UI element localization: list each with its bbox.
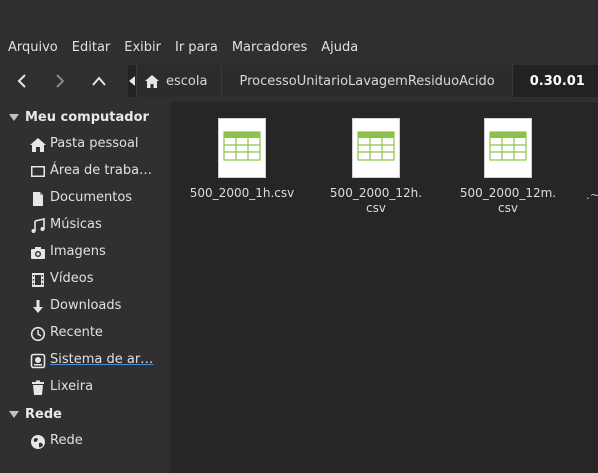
menu-arquivo[interactable]: Arquivo [8,40,58,55]
sidebar-item-lixeira[interactable]: Lixeira [0,374,171,401]
spreadsheet-icon [352,118,400,178]
harddisk-icon [30,353,46,369]
sidebar-item-label: Vídeos [50,271,94,286]
sidebar-item-sistema-de-arquivos[interactable]: Sistema de ar… [0,347,171,374]
trash-icon [32,380,44,395]
expander-down-icon [9,113,19,121]
breadcrumb-label: ProcessoUnitarioLavagemResiduoAcido [239,73,495,89]
sidebar-item-label: Sistema de ar… [50,352,154,367]
spreadsheet-icon [484,118,532,178]
sidebar-item-label: Músicas [50,217,102,232]
chevron-up-icon [92,76,106,86]
sidebar-item-label: Rede [50,433,83,448]
sidebar-item-label: Documentos [50,190,133,205]
breadcrumb-processo[interactable]: ProcessoUnitarioLavagemResiduoAcido [222,65,513,97]
home-icon [145,74,159,88]
network-icon [31,435,45,449]
sidebar-section-rede[interactable]: Rede [0,401,171,428]
music-icon [31,218,45,233]
file-item[interactable]: 500_2000_1h.csv [189,118,295,201]
chevron-left-icon [17,74,26,88]
sidebar-item-imagens[interactable]: Imagens [0,239,171,266]
file-name: 500_2000_12h. csv [329,186,423,215]
sidebar-item-videos[interactable]: Vídeos [0,266,171,293]
menu-editar[interactable]: Editar [72,40,111,55]
triangle-left-icon [129,76,135,86]
film-icon [32,273,44,287]
sidebar-section-title: Meu computador [25,110,149,125]
sidebar-item-area-de-trabalho[interactable]: Área de traba… [0,158,171,185]
home-icon [30,138,46,152]
sidebar-item-pasta-pessoal[interactable]: Pasta pessoal [0,131,171,158]
sidebar-item-label: Lixeira [50,379,94,394]
menu-ajuda[interactable]: Ajuda [321,40,358,55]
expander-down-icon [9,410,19,418]
toolbar: escola ProcessoUnitarioLavagemResiduoAci… [0,60,598,102]
file-item[interactable]: 500_2000_12h. csv [326,118,426,216]
menu-exibir[interactable]: Exibir [124,40,161,55]
title-bar [0,0,598,34]
breadcrumb-label: 0.30.01 [529,73,585,89]
sidebar-section-title: Rede [25,407,62,422]
menu-bar: Arquivo Editar Exibir Ir para Marcadores… [0,34,598,60]
camera-icon [31,247,45,259]
path-scroll-left-button[interactable] [128,65,137,97]
document-icon [33,192,43,206]
file-name: 500_2000_1h.csv [189,186,295,200]
sidebar-item-documentos[interactable]: Documentos [0,185,171,212]
desktop-icon [31,166,45,177]
download-icon [33,300,43,313]
sidebar-item-musicas[interactable]: Músicas [0,212,171,239]
sidebar-section-meu-computador[interactable]: Meu computador [0,104,171,131]
menu-ir-para[interactable]: Ir para [175,40,218,55]
breadcrumb-label: escola [166,73,208,89]
sidebar-item-recente[interactable]: Recente [0,320,171,347]
sidebar-item-label: Recente [50,325,103,340]
file-name-partial[interactable]: .~ [586,188,598,202]
clock-icon [30,326,46,342]
chevron-right-icon [56,74,65,88]
menu-marcadores[interactable]: Marcadores [232,40,307,55]
sidebar: Meu computador Pasta pessoal Área de tra… [0,102,171,473]
file-view[interactable]: 500_2000_1h.csv 500_2000_12h. csv 500_20… [172,102,598,473]
breadcrumb-escola[interactable]: escola [137,65,223,97]
path-bar: escola ProcessoUnitarioLavagemResiduoAci… [128,65,598,97]
sidebar-item-label: Downloads [50,298,122,313]
breadcrumb-current[interactable]: 0.30.01 [512,65,598,97]
file-name: 500_2000_12m. csv [459,186,557,215]
file-item[interactable]: 500_2000_12m. csv [458,118,558,216]
spreadsheet-icon [218,118,266,178]
back-button[interactable] [6,65,38,97]
sidebar-item-label: Pasta pessoal [50,136,139,151]
sidebar-item-label: Área de traba… [50,163,153,178]
sidebar-item-rede[interactable]: Rede [0,428,171,455]
sidebar-item-label: Imagens [50,244,106,259]
forward-button[interactable] [44,65,76,97]
sidebar-item-downloads[interactable]: Downloads [0,293,171,320]
up-button[interactable] [83,65,115,97]
